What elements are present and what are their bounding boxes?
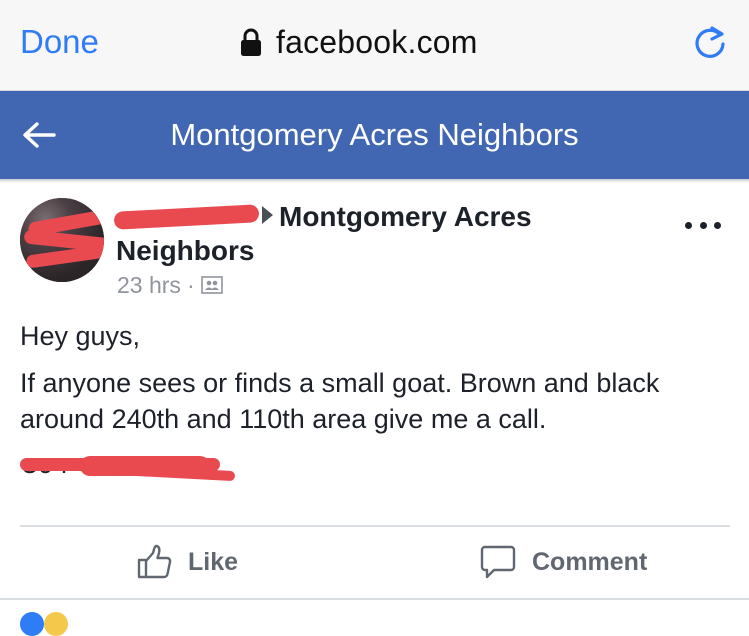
like-reaction-icon xyxy=(20,612,44,636)
redacted-author-name[interactable] xyxy=(113,204,260,230)
redacted-phone-number: 304 01 xyxy=(20,452,236,486)
group-name-continued[interactable]: Neighbors xyxy=(116,235,254,266)
meta-separator: · xyxy=(186,271,195,298)
arrow-right-icon xyxy=(262,206,273,224)
url-text: facebook.com xyxy=(276,23,478,60)
post-author-line: Montgomery Acres Neighbors xyxy=(113,200,636,268)
address-bar[interactable]: facebook.com xyxy=(240,20,478,64)
more-options-icon[interactable] xyxy=(685,210,721,240)
post-message: If anyone sees or finds a small goat. Br… xyxy=(20,368,660,434)
done-button[interactable]: Done xyxy=(20,22,99,62)
lock-icon xyxy=(241,28,261,56)
haha-reaction-icon xyxy=(44,612,68,636)
avatar[interactable] xyxy=(20,198,104,282)
post-greeting: Hey guys, xyxy=(20,321,141,351)
post-time[interactable]: 23 hrs xyxy=(117,272,181,299)
page-title: Montgomery Acres Neighbors xyxy=(170,117,579,152)
browser-toolbar: Done facebook.com xyxy=(0,0,749,91)
comment-bubble-icon xyxy=(480,545,516,579)
bottom-divider xyxy=(0,598,749,600)
comment-label: Comment xyxy=(532,547,648,576)
group-name[interactable]: Montgomery Acres xyxy=(279,201,532,232)
header-shadow xyxy=(0,179,749,183)
post-meta: 23 hrs · xyxy=(117,270,223,300)
comment-button[interactable]: Comment xyxy=(480,540,647,584)
reload-icon[interactable] xyxy=(690,22,730,62)
group-header: Montgomery Acres Neighbors xyxy=(0,91,749,179)
like-label: Like xyxy=(188,547,239,576)
post-text: Hey guys, If anyone sees or finds a smal… xyxy=(20,318,730,448)
like-button[interactable]: Like xyxy=(136,540,238,584)
post-divider xyxy=(20,525,730,527)
friends-icon xyxy=(200,276,223,294)
thumbs-up-icon xyxy=(137,544,172,579)
